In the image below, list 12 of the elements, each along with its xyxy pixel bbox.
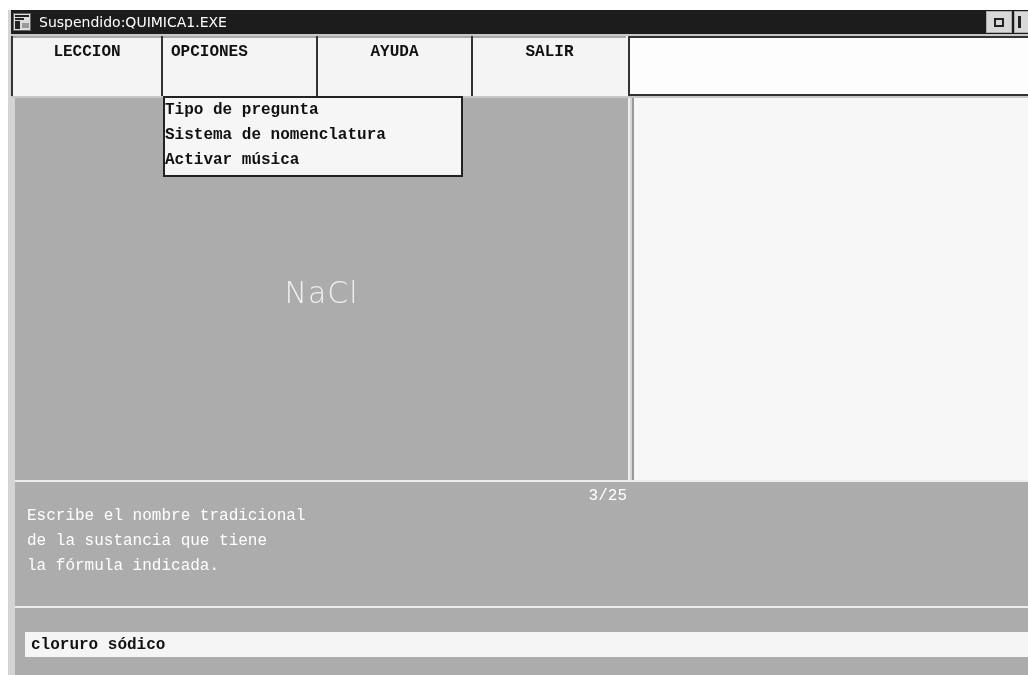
minimize-button[interactable] bbox=[986, 11, 1012, 33]
formula-text: NaCl bbox=[284, 274, 359, 310]
dropdown-item[interactable]: Tipo de pregunta bbox=[165, 98, 461, 123]
maximize-button[interactable] bbox=[1014, 11, 1028, 33]
answer-field[interactable]: cloruro sódico bbox=[25, 632, 1028, 657]
dropdown-item[interactable]: Activar música bbox=[165, 148, 461, 173]
window-title: Suspendido:QUIMICA1.EXE bbox=[39, 14, 227, 30]
dropdown-item[interactable]: Sistema de nomenclatura bbox=[165, 123, 461, 148]
question-text: de la sustancia que tiene bbox=[27, 531, 269, 552]
question-text: la fórmula indicada. bbox=[27, 556, 221, 577]
question-text: Escribe el nombre tradicional bbox=[27, 506, 307, 527]
question-counter: 3/25 bbox=[587, 488, 627, 504]
